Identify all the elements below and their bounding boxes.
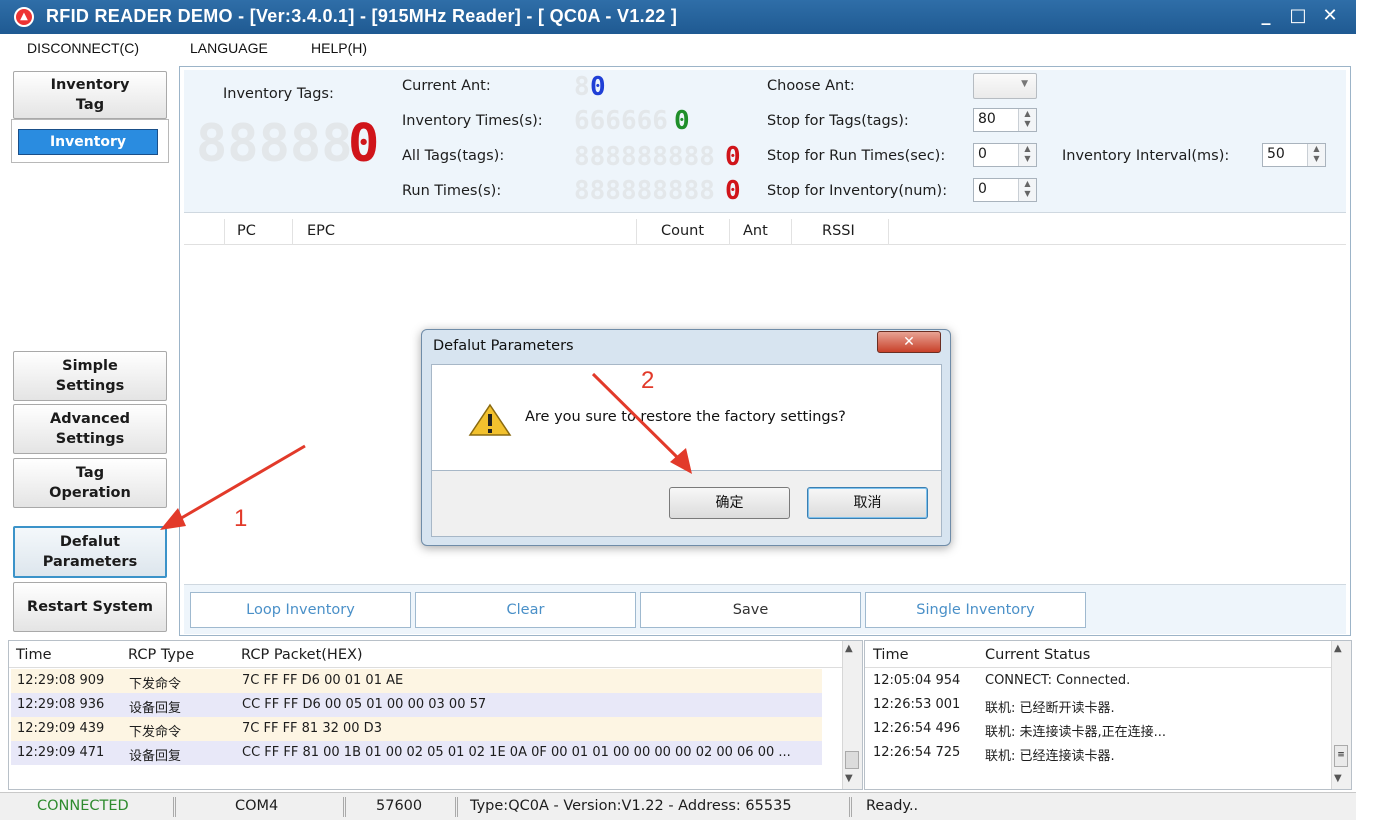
arrowhead-step-1: [160, 508, 186, 530]
arrow-step-2: [591, 372, 684, 464]
annotation-arrows: [160, 372, 692, 530]
annotation-step-1: 1: [234, 505, 248, 532]
annotation-step-2: 2: [641, 367, 655, 394]
